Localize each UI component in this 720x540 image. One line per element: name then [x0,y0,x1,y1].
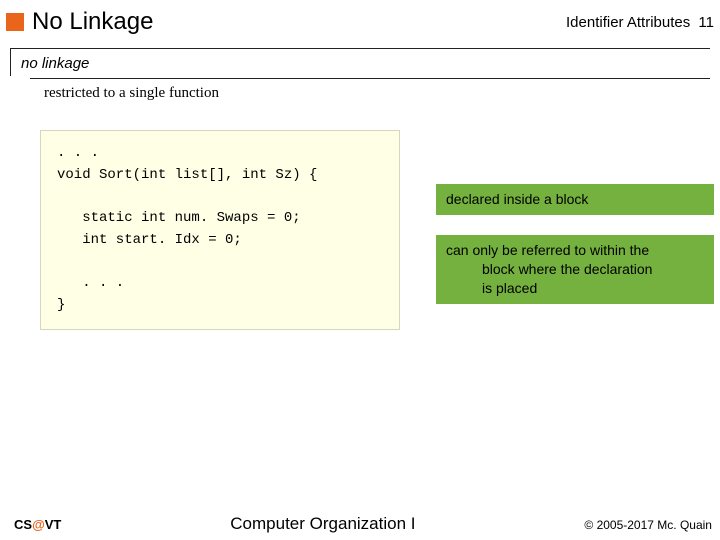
notes-column: declared inside a block can only be refe… [436,130,714,324]
term-text: no linkage [21,55,89,72]
page-number: 11 [698,14,714,31]
footer-cs: CS [14,517,32,532]
note-text-line: is placed [446,279,704,298]
note-declared: declared inside a block [436,184,714,215]
code-line: void Sort(int list[], int Sz) { [57,167,317,183]
note-scope: can only be referred to within the block… [436,235,714,304]
footer-at: @ [32,517,45,532]
code-line: . . . [57,145,99,161]
slide-footer: CS@VT Computer Organization I © 2005-201… [0,514,720,534]
slide-header: No Linkage Identifier Attributes 11 [0,0,720,42]
code-line: static int num. Swaps = 0; [57,210,301,226]
code-line: } [57,297,65,313]
note-text-line: can only be referred to within the [446,242,649,258]
note-text-line: block where the declaration [446,260,704,279]
accent-square-icon [6,13,24,31]
footer-center: Computer Organization I [230,514,415,534]
footer-copyright: © 2005-2017 Mc. Quain [584,518,712,532]
footer-vt: VT [45,517,62,532]
code-block: . . . void Sort(int list[], int Sz) { st… [40,130,400,330]
note-text: declared inside a block [446,191,588,207]
definition-box: restricted to a single function [30,78,710,112]
slide-topic: Identifier Attributes 11 [566,14,714,31]
code-line: int start. Idx = 0; [57,232,242,248]
topic-label: Identifier Attributes [566,14,690,31]
term-box: no linkage [10,48,710,76]
footer-left: CS@VT [14,517,61,532]
code-line: . . . [57,275,124,291]
definition-text: restricted to a single function [44,85,219,101]
slide-title: No Linkage [32,8,153,36]
content-row: . . . void Sort(int list[], int Sz) { st… [40,130,714,330]
